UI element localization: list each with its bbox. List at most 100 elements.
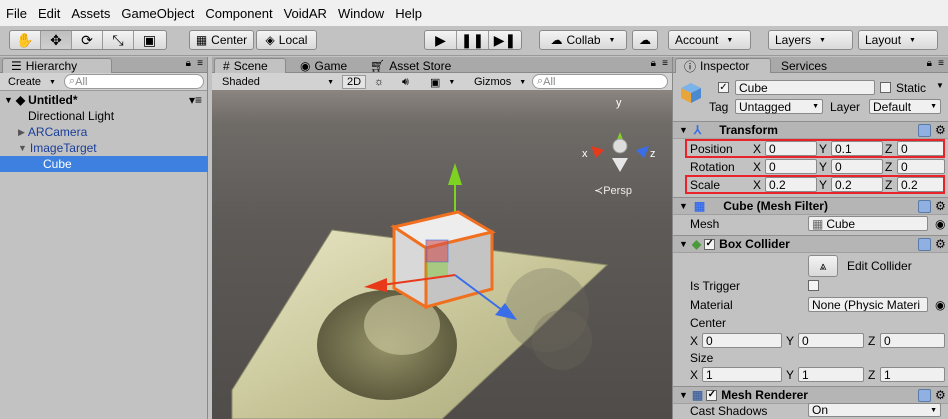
shading-mode-dropdown[interactable]: Shaded [218, 75, 338, 89]
mesh-field[interactable]: ▦ Cube [808, 216, 928, 231]
menu-assets[interactable]: Assets [71, 6, 116, 21]
scene-search-input[interactable]: ⌕ All [532, 74, 668, 89]
collapse-arrow-icon[interactable]: ▼ [679, 125, 688, 135]
gizmos-dropdown[interactable]: Gizmos [470, 75, 530, 89]
move-tool-icon[interactable]: ✥ [41, 31, 72, 49]
help-icon[interactable] [918, 389, 931, 402]
layout-dropdown[interactable]: Layout [858, 30, 938, 50]
expand-arrow-icon[interactable]: ▼ [4, 95, 13, 105]
help-icon[interactable] [918, 124, 931, 137]
collapse-arrow-icon[interactable]: ▼ [679, 390, 688, 400]
mesh-filter-header[interactable]: ▼ ▦ Cube (Mesh Filter) [673, 197, 948, 215]
hierarchy-search-input[interactable]: ⌕ All [64, 74, 204, 89]
scene-viewport[interactable]: y x z ≺Persp [212, 90, 672, 419]
menu-file[interactable]: File [6, 6, 33, 21]
rotation-x-field[interactable]: 0 [765, 159, 817, 174]
layers-dropdown[interactable]: Layers [768, 30, 853, 50]
space-local-button[interactable]: ◈ Local [256, 30, 317, 50]
object-picker-icon[interactable]: ◉ [935, 217, 945, 231]
audio-toggle-icon[interactable]: 🔊︎ [398, 75, 413, 89]
hierarchy-item-arcamera[interactable]: ▶ ARCamera [0, 124, 208, 140]
menu-window[interactable]: Window [338, 6, 390, 21]
layer-dropdown[interactable]: Default [869, 99, 941, 114]
create-dropdown[interactable]: Create [4, 75, 60, 89]
size-x-field[interactable]: 1 [702, 367, 782, 382]
edit-collider-button[interactable]: ⩓ [808, 255, 838, 277]
menu-edit[interactable]: Edit [38, 6, 66, 21]
perspective-label[interactable]: ≺Persp [594, 184, 632, 197]
tab-asset-store[interactable]: 🛒︎ Asset Store [362, 58, 459, 73]
hierarchy-item-directional-light[interactable]: Directional Light [0, 108, 208, 124]
material-field[interactable]: None (Physic Materi [808, 297, 928, 312]
static-checkbox[interactable] [880, 82, 891, 93]
step-icon[interactable]: ▶❚ [489, 31, 521, 49]
panel-menu-icon[interactable]: ≡ [197, 58, 203, 69]
hierarchy-icon: ☰ [11, 59, 22, 73]
gear-icon[interactable]: ⚙ [935, 388, 946, 402]
tab-game[interactable]: ◉ Game [292, 58, 355, 73]
box-collider-header[interactable]: ▼ ◆ ✓ Box Collider [673, 235, 948, 253]
collab-dropdown[interactable]: ☁ Collab [539, 30, 627, 50]
panel-menu-icon[interactable]: ≡ [662, 58, 668, 69]
lock-icon[interactable]: 🔒︎ [186, 58, 191, 69]
menu-gameobject[interactable]: GameObject [121, 6, 200, 21]
size-y-label: Y [786, 368, 795, 382]
tab-hierarchy[interactable]: ☰ Hierarchy [2, 58, 112, 73]
tab-services[interactable]: Services [773, 58, 835, 73]
pivot-center-button[interactable]: ▦ Center [189, 30, 254, 50]
cast-shadows-dropdown[interactable]: On [808, 403, 941, 417]
lighting-toggle-icon[interactable]: ☼ [370, 75, 388, 89]
static-dropdown-icon[interactable]: ▼ [936, 81, 944, 90]
mesh-renderer-header[interactable]: ▼ ▦ ✓ Mesh Renderer [673, 386, 948, 404]
center-y-field[interactable]: 0 [798, 333, 864, 348]
help-icon[interactable] [918, 238, 931, 251]
lock-icon[interactable]: 🔒︎ [927, 58, 932, 69]
gear-icon[interactable]: ⚙ [935, 237, 946, 251]
lock-icon[interactable]: 🔒︎ [651, 58, 656, 69]
collider-enabled-checkbox[interactable]: ✓ [704, 238, 716, 250]
gear-icon[interactable]: ⚙ [935, 199, 946, 213]
rotation-y-field[interactable]: 0 [831, 159, 883, 174]
panel-menu-icon[interactable]: ≡ [938, 58, 944, 69]
size-z-field[interactable]: 1 [880, 367, 945, 382]
transform-header[interactable]: ▼ ⅄ Transform [673, 121, 948, 139]
cloud-button[interactable]: ☁ [632, 30, 658, 50]
scale-tool-icon[interactable]: ⤡ [103, 31, 134, 49]
tab-scene[interactable]: # Scene [214, 58, 286, 73]
transform-icon: ⅄ [693, 123, 702, 137]
account-dropdown[interactable]: Account [668, 30, 751, 50]
rotate-tool-icon[interactable]: ⟳ [72, 31, 103, 49]
rotation-y-label: Y [819, 160, 828, 174]
hierarchy-item-cube[interactable]: Cube [0, 156, 208, 172]
tab-inspector[interactable]: ⓘ Inspector [675, 58, 771, 74]
pause-icon[interactable]: ❚❚ [457, 31, 489, 49]
menu-voidar[interactable]: VoidAR [284, 6, 333, 21]
object-name-input[interactable]: Cube [735, 80, 875, 95]
2d-toggle[interactable]: 2D [342, 75, 367, 89]
play-icon[interactable]: ▶ [425, 31, 457, 49]
collapse-arrow-icon[interactable]: ▼ [679, 201, 688, 211]
rotation-z-field[interactable]: 0 [897, 159, 945, 174]
expand-arrow-icon[interactable]: ▼ [18, 143, 27, 153]
object-picker-icon[interactable]: ◉ [935, 298, 945, 312]
is-trigger-checkbox[interactable] [808, 280, 819, 291]
scene-panel-header: #Scene ◉Game 🛒︎Asset Store 🔒︎ ≡ Shaded 2… [212, 57, 672, 91]
menu-help[interactable]: Help [395, 6, 428, 21]
gear-icon[interactable]: ⚙ [935, 123, 946, 137]
menu-component[interactable]: Component [205, 6, 278, 21]
effects-dropdown-icon[interactable]: ▣ [426, 75, 459, 89]
help-icon[interactable] [918, 200, 931, 213]
hierarchy-item-imagetarget[interactable]: ▼ ImageTarget [0, 140, 208, 156]
center-z-field[interactable]: 0 [880, 333, 945, 348]
collapse-arrow-icon[interactable]: ▼ [679, 239, 688, 249]
active-checkbox[interactable]: ✓ [718, 82, 729, 93]
rect-tool-icon[interactable]: ▣ [134, 31, 165, 49]
center-x-field[interactable]: 0 [702, 333, 782, 348]
renderer-enabled-checkbox[interactable]: ✓ [706, 389, 718, 401]
size-y-field[interactable]: 1 [798, 367, 864, 382]
scene-menu-icon[interactable]: ▾≡ [189, 93, 202, 107]
hand-tool-icon[interactable]: ✋ [10, 31, 41, 49]
collapse-arrow-icon[interactable]: ▶ [18, 127, 25, 138]
tag-dropdown[interactable]: Untagged [735, 99, 823, 114]
scene-root-row[interactable]: ▼ ◆ Untitled* ▾≡ [0, 92, 208, 108]
